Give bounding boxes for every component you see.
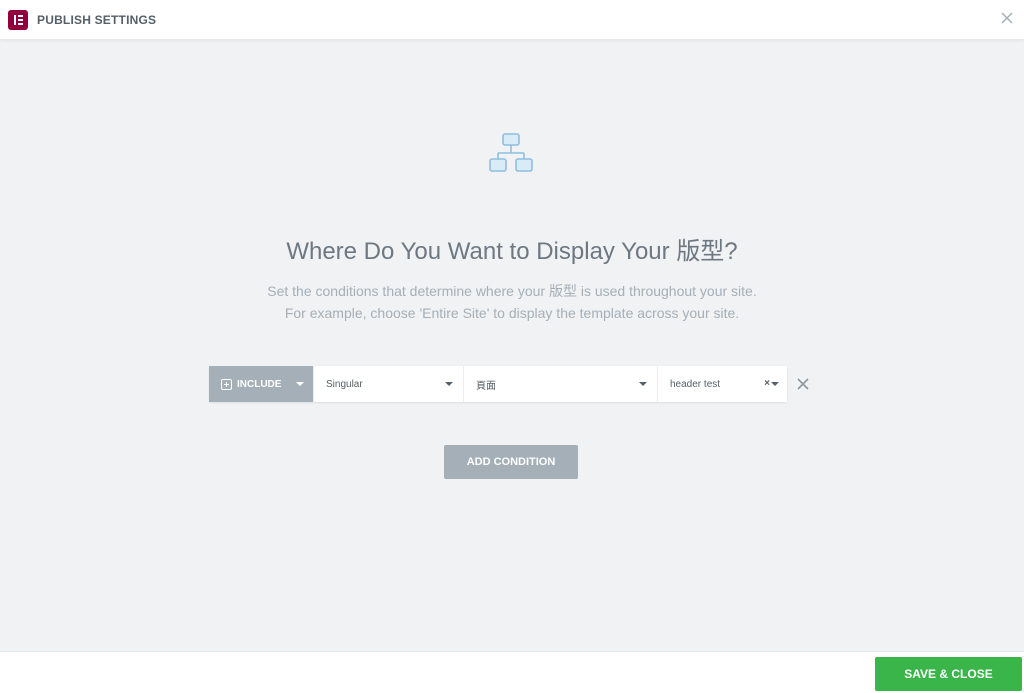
chevron-down-icon bbox=[771, 382, 779, 386]
description-line-1: Set the conditions that determine where … bbox=[267, 283, 757, 299]
chevron-down-icon bbox=[639, 382, 647, 386]
subtype-select[interactable]: 頁面 bbox=[463, 366, 657, 402]
target-select[interactable]: header test × bbox=[657, 366, 787, 402]
condition-row: INCLUDE Singular 頁面 header test × bbox=[209, 366, 787, 402]
chevron-down-icon bbox=[296, 382, 304, 386]
chevron-down-icon bbox=[445, 382, 453, 386]
sitemap-icon bbox=[489, 133, 533, 172]
modal-title: PUBLISH SETTINGS bbox=[37, 12, 157, 27]
modal-header: PUBLISH SETTINGS bbox=[0, 0, 1024, 40]
target-value: header test bbox=[670, 378, 721, 390]
modal-body: Where Do You Want to Display Your 版型? Se… bbox=[0, 41, 1024, 651]
description-line-2: For example, choose 'Entire Site' to dis… bbox=[284, 305, 740, 321]
scope-select[interactable]: Singular bbox=[313, 366, 463, 402]
remove-condition-button[interactable] bbox=[797, 378, 809, 390]
modal-footer: SAVE & CLOSE bbox=[0, 651, 1024, 693]
include-select[interactable]: INCLUDE bbox=[209, 366, 313, 402]
close-icon[interactable] bbox=[1000, 11, 1014, 25]
scope-value: Singular bbox=[326, 378, 363, 390]
subtype-value: 頁面 bbox=[476, 380, 496, 392]
page-description: Set the conditions that determine where … bbox=[0, 280, 1024, 324]
include-label: INCLUDE bbox=[237, 378, 282, 390]
clear-selection-icon[interactable]: × bbox=[764, 378, 770, 389]
page-headline: Where Do You Want to Display Your 版型? bbox=[286, 238, 738, 265]
save-close-button[interactable]: SAVE & CLOSE bbox=[875, 657, 1022, 691]
add-condition-button[interactable]: ADD CONDITION bbox=[444, 445, 578, 479]
plus-square-icon bbox=[221, 378, 232, 390]
elementor-logo-icon bbox=[8, 9, 28, 30]
